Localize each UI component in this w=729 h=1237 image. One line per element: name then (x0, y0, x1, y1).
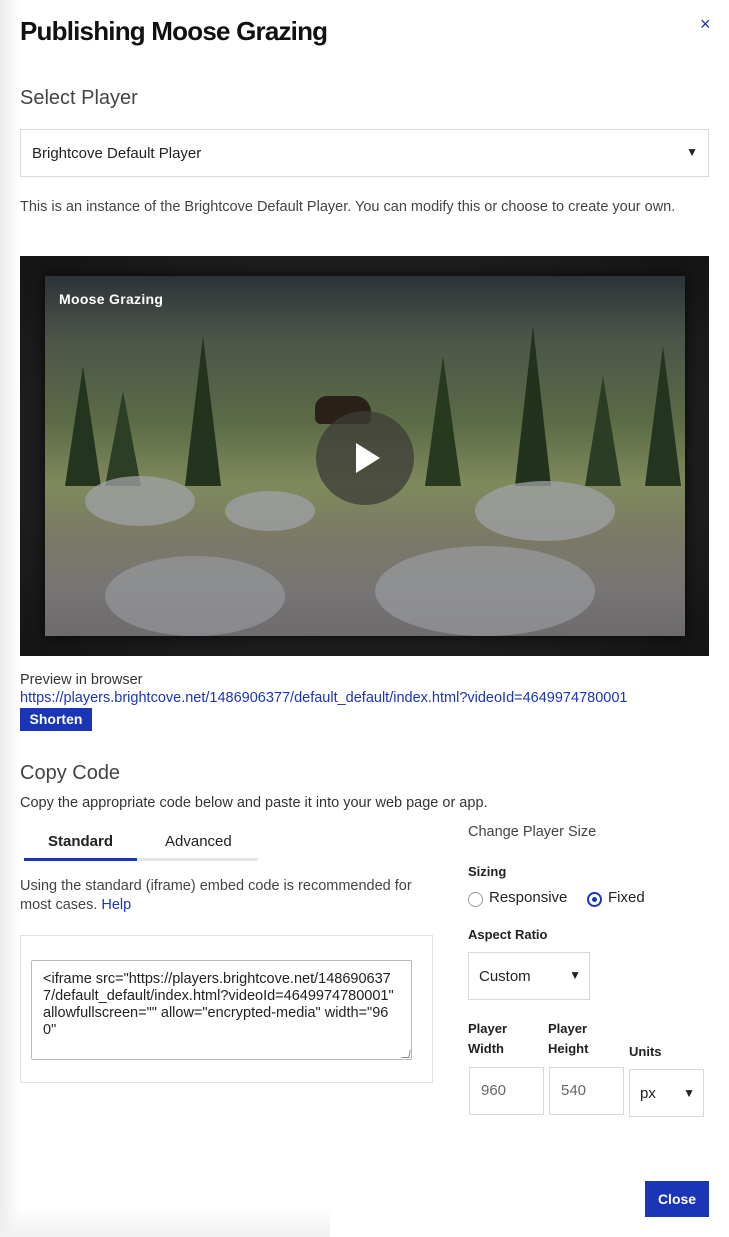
shorten-button[interactable]: Shorten (20, 708, 92, 731)
tree-shape (585, 376, 621, 486)
sagebrush-shape (105, 556, 285, 636)
units-value: px (640, 1085, 656, 1102)
chevron-down-icon: ▼ (683, 1086, 695, 1100)
radio-responsive[interactable] (468, 892, 483, 907)
embed-note-text: Using the standard (iframe) embed code i… (20, 878, 412, 913)
radio-responsive-label[interactable]: Responsive (489, 889, 567, 906)
tree-shape (65, 366, 101, 486)
units-select[interactable]: px ▼ (629, 1069, 704, 1117)
player-width-label: Player Width (468, 1021, 508, 1056)
radio-fixed-label[interactable]: Fixed (608, 889, 645, 906)
select-player-heading: Select Player (20, 87, 138, 109)
preview-label: Preview in browser (20, 672, 143, 688)
copy-code-heading: Copy Code (20, 762, 121, 784)
tab-standard[interactable]: Standard (24, 833, 137, 861)
modal-bottom-shadow (0, 1207, 330, 1237)
tree-shape (515, 326, 551, 486)
embed-tabs: Standard Advanced (24, 830, 258, 861)
sagebrush-shape (475, 481, 615, 541)
dialog-title: Publishing Moose Grazing (20, 16, 328, 46)
chevron-down-icon: ▼ (686, 145, 698, 159)
resize-handle-icon[interactable] (401, 1050, 411, 1058)
sagebrush-shape (225, 491, 315, 531)
player-select[interactable]: Brightcove Default Player ▼ (20, 129, 709, 177)
code-panel: <iframe src="https://players.brightcove.… (20, 935, 433, 1083)
tree-shape (105, 391, 141, 486)
player-width-input[interactable]: 960 (469, 1067, 544, 1115)
play-button[interactable] (316, 411, 414, 505)
play-icon (356, 443, 380, 473)
change-player-size-heading: Change Player Size (468, 824, 597, 840)
sagebrush-shape (375, 546, 595, 636)
player-height-label: Player Height (548, 1021, 589, 1056)
chevron-down-icon: ▼ (569, 968, 581, 982)
sagebrush-shape (85, 476, 195, 526)
radio-fixed[interactable] (587, 892, 602, 907)
video-thumbnail[interactable]: Moose Grazing (45, 276, 685, 636)
copy-code-description: Copy the appropriate code below and past… (20, 795, 488, 811)
aspect-ratio-label: Aspect Ratio (468, 927, 548, 942)
units-label: Units (629, 1044, 662, 1059)
embed-code-textarea[interactable]: <iframe src="https://players.brightcove.… (31, 960, 412, 1060)
tree-shape (185, 336, 221, 486)
player-select-value: Brightcove Default Player (32, 145, 202, 162)
tree-shape (645, 346, 681, 486)
aspect-ratio-value: Custom (479, 968, 531, 985)
close-icon[interactable]: × (700, 14, 711, 35)
close-button[interactable]: Close (645, 1181, 709, 1217)
aspect-ratio-select[interactable]: Custom ▼ (468, 952, 590, 1000)
sizing-label: Sizing (468, 864, 507, 879)
video-title: Moose Grazing (59, 291, 164, 307)
player-height-input[interactable]: 540 (549, 1067, 624, 1115)
help-link[interactable]: Help (101, 897, 131, 913)
preview-url-link[interactable]: https://players.brightcove.net/148690637… (20, 690, 627, 706)
tree-shape (425, 356, 461, 486)
tab-advanced[interactable]: Advanced (165, 833, 232, 861)
player-preview: Moose Grazing (20, 256, 709, 656)
player-description: This is an instance of the Brightcove De… (20, 199, 676, 215)
modal-left-shadow (0, 0, 20, 1237)
embed-note: Using the standard (iframe) embed code i… (20, 877, 430, 915)
